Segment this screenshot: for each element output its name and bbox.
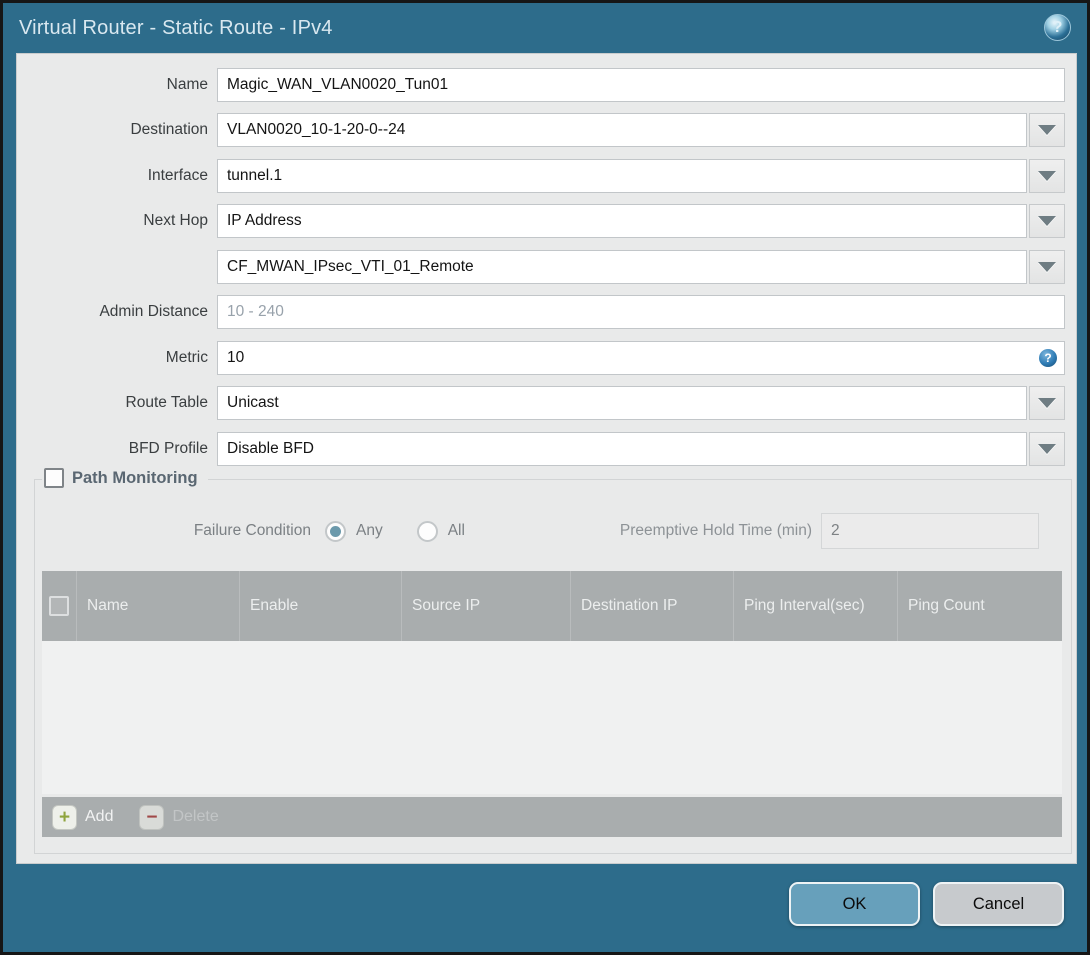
metric-input[interactable] <box>217 341 1065 375</box>
chevron-down-icon <box>1038 398 1056 408</box>
column-header-name: Name <box>77 571 240 641</box>
column-header-enable: Enable <box>240 571 402 641</box>
interface-row: Interface <box>17 159 1065 193</box>
interface-label: Interface <box>147 167 208 184</box>
add-button[interactable]: + Add <box>52 804 114 830</box>
column-header-ping-count: Ping Count <box>908 597 985 615</box>
next-hop-address-dropdown-button[interactable] <box>1029 250 1065 284</box>
failure-condition-any-label: Any <box>356 522 383 539</box>
chevron-down-icon <box>1038 171 1056 181</box>
next-hop-label: Next Hop <box>143 212 208 229</box>
route-table-input[interactable] <box>217 386 1027 420</box>
info-icon: ? <box>1039 349 1057 367</box>
column-header-ping-interval: Ping Interval(sec) <box>734 571 898 641</box>
table-body <box>42 641 1062 794</box>
column-header-source-ip: Source IP <box>402 571 571 641</box>
failure-condition-all-radio[interactable] <box>416 520 438 542</box>
bfd-profile-label: BFD Profile <box>128 440 208 457</box>
table-toolbar: + Add − Delete <box>42 797 1062 837</box>
column-header-destination-ip: Destination IP <box>571 571 734 641</box>
bfd-profile-dropdown-button[interactable] <box>1029 432 1065 466</box>
failure-condition-any-radio[interactable] <box>325 520 346 542</box>
next-hop-address-row <box>17 250 1065 284</box>
path-monitoring-group: Path Monitoring Failure Condition Any Al… <box>34 468 1072 854</box>
static-route-dialog: Virtual Router - Static Route - IPv4 ? N… <box>0 0 1090 955</box>
admin-distance-row: Admin Distance <box>17 295 1065 329</box>
route-table-dropdown-button[interactable] <box>1029 386 1065 420</box>
bfd-profile-row: BFD Profile <box>17 432 1065 466</box>
path-monitoring-table: Name Enable Source IP Destination IP Pin… <box>42 571 1062 837</box>
destination-row: Destination <box>17 113 1065 147</box>
path-monitoring-checkbox[interactable] <box>44 468 64 488</box>
chevron-down-icon <box>1038 216 1056 226</box>
destination-dropdown-button[interactable] <box>1029 113 1065 147</box>
plus-icon: + <box>58 806 71 828</box>
cancel-button[interactable]: Cancel <box>933 882 1064 926</box>
destination-input[interactable] <box>217 113 1027 147</box>
next-hop-type-input[interactable] <box>217 204 1027 238</box>
next-hop-address-input[interactable] <box>217 250 1027 284</box>
preemptive-hold-input <box>821 513 1039 549</box>
help-icon[interactable]: ? <box>1044 14 1071 41</box>
form-panel: Name Destination Interface <box>16 53 1077 864</box>
next-hop-row: Next Hop <box>17 204 1065 238</box>
next-hop-dropdown-button[interactable] <box>1029 204 1065 238</box>
chevron-down-icon <box>1038 125 1056 135</box>
name-input[interactable] <box>217 68 1065 102</box>
ok-button[interactable]: OK <box>789 882 920 926</box>
path-monitoring-title: Path Monitoring <box>72 468 198 487</box>
delete-button: − Delete <box>139 804 219 830</box>
failure-condition-row: Failure Condition Any All Preemptive Hol… <box>35 513 1071 549</box>
add-button-label: Add <box>85 808 114 825</box>
dialog-title: Virtual Router - Static Route - IPv4 <box>19 17 333 39</box>
preemptive-hold-field: Preemptive Hold Time (min) <box>620 513 1039 549</box>
metric-row: Metric ? <box>17 341 1065 375</box>
select-all-checkbox[interactable] <box>49 596 69 616</box>
table-header: Name Enable Source IP Destination IP Pin… <box>42 571 1062 641</box>
preemptive-hold-label: Preemptive Hold Time (min) <box>619 522 812 539</box>
chevron-down-icon <box>1038 444 1056 454</box>
interface-dropdown-button[interactable] <box>1029 159 1065 193</box>
bfd-profile-input[interactable] <box>217 432 1027 466</box>
select-all-cell <box>42 571 77 641</box>
failure-condition-label: Failure Condition <box>193 522 311 539</box>
metric-label: Metric <box>165 349 208 366</box>
admin-distance-input[interactable] <box>217 295 1065 329</box>
name-row: Name <box>17 68 1065 102</box>
route-table-row: Route Table <box>17 386 1065 420</box>
path-monitoring-legend: Path Monitoring <box>42 468 208 488</box>
interface-input[interactable] <box>217 159 1027 193</box>
destination-label: Destination <box>130 121 208 138</box>
route-table-label: Route Table <box>125 394 208 411</box>
admin-distance-label: Admin Distance <box>99 303 208 320</box>
minus-icon: − <box>146 806 158 828</box>
delete-button-label: Delete <box>172 808 219 825</box>
failure-condition-all-label: All <box>447 522 465 539</box>
chevron-down-icon <box>1038 262 1056 272</box>
name-label: Name <box>166 76 208 93</box>
dialog-titlebar: Virtual Router - Static Route - IPv4 ? <box>3 3 1087 53</box>
